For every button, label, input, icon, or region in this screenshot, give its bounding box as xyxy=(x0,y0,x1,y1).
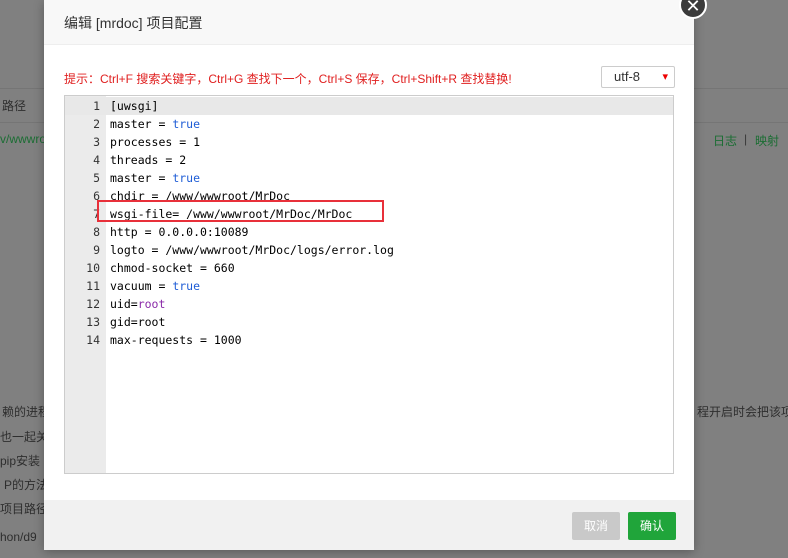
line-number: 6 xyxy=(93,189,100,203)
cancel-button[interactable]: 取消 xyxy=(572,512,620,540)
code-keyword: true xyxy=(172,279,201,293)
column-header-path: 路径 xyxy=(2,99,27,113)
confirm-button[interactable]: 确认 xyxy=(628,512,676,540)
log-link[interactable]: 日志 xyxy=(713,132,737,149)
code-text: master = true xyxy=(110,169,200,187)
code-keyword: root xyxy=(137,297,166,311)
code-token: max-requests = 1000 xyxy=(110,333,242,347)
code-keyword: true xyxy=(172,117,201,131)
code-line: 8 http = 0.0.0.0:10089 xyxy=(65,223,673,241)
code-token: [uwsgi] xyxy=(110,99,159,113)
code-line: 9 logto = /www/wwwroot/MrDoc/logs/error.l… xyxy=(65,241,673,259)
line-number: 7 xyxy=(93,207,100,221)
bg-text-fragment: hon/d9 xyxy=(0,530,37,544)
code-token: master = xyxy=(110,117,173,131)
code-line: 11 vacuum = true xyxy=(65,277,673,295)
code-editor[interactable]: 1 [uwsgi] 2 master = true 3 processes = 1 4 thr… xyxy=(64,95,674,474)
code-text: logto = /www/wwwroot/MrDoc/logs/error.lo… xyxy=(110,241,394,259)
line-number: 14 xyxy=(86,333,100,347)
code-text: threads = 2 xyxy=(110,151,186,169)
encoding-value: utf-8 xyxy=(614,69,641,84)
code-text: http = 0.0.0.0:10089 xyxy=(110,223,248,241)
code-token: master = xyxy=(110,171,173,185)
line-number: 4 xyxy=(93,153,100,167)
line-number: 3 xyxy=(93,135,100,149)
dialog-header: 编辑 [mrdoc] 项目配置 xyxy=(44,0,694,45)
bg-text-fragment: 赖的进程 xyxy=(2,405,51,419)
code-token: vacuum = xyxy=(110,279,173,293)
chevron-down-icon: ▾ xyxy=(662,71,668,83)
bg-text-fragment: 程开启时会把该项 xyxy=(697,405,788,419)
line-number: 11 xyxy=(86,279,100,293)
bg-text-fragment: P的方法 xyxy=(4,478,49,492)
code-line: 14 max-requests = 1000 xyxy=(65,331,673,349)
dialog-footer: 取消 确认 xyxy=(44,500,694,550)
line-number: 12 xyxy=(86,297,100,311)
code-line: 2 master = true xyxy=(65,115,673,133)
code-line: 13 gid=root xyxy=(65,313,673,331)
code-text: processes = 1 xyxy=(110,133,200,151)
code-line: 5 master = true xyxy=(65,169,673,187)
code-text: uid=root xyxy=(110,295,165,313)
line-number: 13 xyxy=(86,315,100,329)
code-text: master = true xyxy=(110,115,200,133)
code-line: 4 threads = 2 xyxy=(65,151,673,169)
code-keyword: true xyxy=(172,171,201,185)
code-token: gid=root xyxy=(110,315,166,329)
code-token: http = 0.0.0.0:10089 xyxy=(110,225,249,239)
line-number: 5 xyxy=(93,171,100,185)
code-line: 10 chmod-socket = 660 xyxy=(65,259,673,277)
code-text: chmod-socket = 660 xyxy=(110,259,235,277)
code-token: uid= xyxy=(110,297,138,311)
code-lines: 1 [uwsgi] 2 master = true 3 processes = 1 4 thr… xyxy=(65,97,673,349)
code-token: chmod-socket = 660 xyxy=(110,261,235,275)
code-token: threads = 2 xyxy=(110,153,187,167)
encoding-select[interactable]: utf-8 ▾ xyxy=(601,66,675,88)
line-number: 9 xyxy=(93,243,100,257)
edit-config-dialog: 编辑 [mrdoc] 项目配置 提示：Ctrl+F 搜索关键字，Ctrl+G 查… xyxy=(44,0,694,550)
map-link[interactable]: 映射 xyxy=(755,132,779,149)
code-text: gid=root xyxy=(110,313,165,331)
bg-text-fragment: 项目路径 xyxy=(0,502,49,516)
line-number: 1 xyxy=(93,99,100,113)
line-number: 10 xyxy=(86,261,100,275)
bg-text-fragment: 也一起关 xyxy=(0,430,49,444)
code-text: vacuum = true xyxy=(110,277,200,295)
code-token: logto = /www/wwwroot/MrDoc/logs/error.lo… xyxy=(110,243,394,257)
code-line: 3 processes = 1 xyxy=(65,133,673,151)
bg-text-fragment: pip安装 xyxy=(0,454,41,468)
code-token: processes = 1 xyxy=(110,135,201,149)
row-path-text[interactable]: v/wwwro xyxy=(0,132,46,146)
shortcut-hint: 提示：Ctrl+F 搜索关键字，Ctrl+G 查找下一个，Ctrl+S 保存，C… xyxy=(64,72,512,86)
line-number: 8 xyxy=(93,225,100,239)
code-text: [uwsgi] xyxy=(110,97,158,115)
link-separator: | xyxy=(744,132,748,146)
code-text: max-requests = 1000 xyxy=(110,331,242,349)
dialog-title: 编辑 [mrdoc] 项目配置 xyxy=(64,15,203,31)
code-line: 12 uid=root xyxy=(65,295,673,313)
code-line: 1 [uwsgi] xyxy=(65,97,673,115)
annotation-highlight-box xyxy=(97,200,384,222)
line-number: 2 xyxy=(93,117,100,131)
